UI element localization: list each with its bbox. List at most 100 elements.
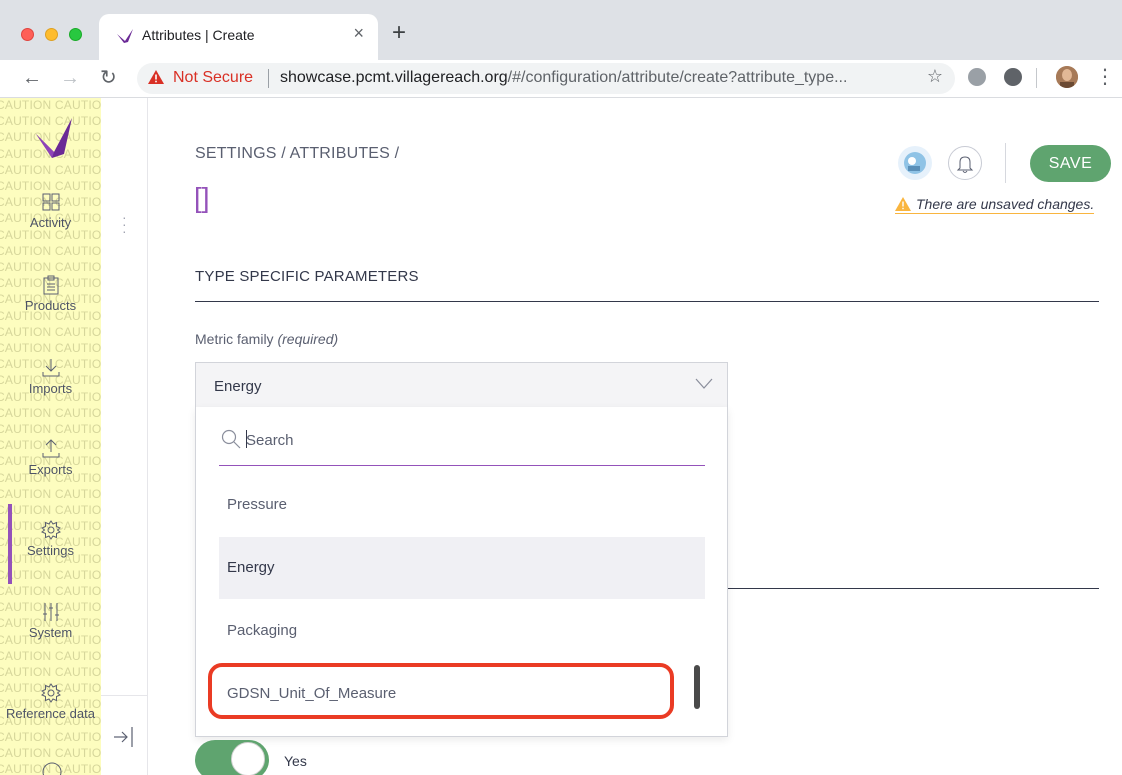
sidebar-item-activity[interactable]: Activity — [0, 192, 101, 230]
caution-watermark-text: CAUTION CAUTION — [0, 98, 101, 112]
more-options-icon[interactable]: · · · — [122, 210, 127, 238]
toolbar-divider — [1036, 68, 1037, 88]
activity-grid-icon — [42, 193, 59, 211]
url-host: showcase.pcmt.villagereach.org — [280, 69, 508, 86]
gear-icon — [40, 520, 61, 540]
sidebar-item-label: Exports — [28, 462, 73, 477]
url-text: showcase.pcmt.villagereach.org/#/configu… — [280, 69, 910, 87]
window-minimize-button[interactable] — [45, 28, 58, 41]
metric-family-select[interactable]: Energy — [195, 362, 728, 408]
browser-tab[interactable]: Attributes | Create × — [99, 14, 378, 60]
metric-family-label: Metric family (required) — [195, 331, 338, 347]
page-title: [] — [194, 182, 210, 213]
breadcrumb[interactable]: SETTINGS / ATTRIBUTES / — [195, 145, 399, 163]
save-button[interactable]: SAVE — [1030, 145, 1111, 182]
tab-title: Attributes | Create — [142, 27, 255, 43]
browser-toolbar: ← → ↻ Not Secure showcase.pcmt.villagere… — [0, 60, 1122, 98]
caution-watermark-text: CAUTION CAUTION — [0, 665, 101, 679]
section-title: TYPE SPECIFIC PARAMETERS — [195, 268, 419, 285]
gear-icon — [40, 683, 61, 703]
user-avatar-icon — [904, 152, 926, 174]
sidebar-item-label: System — [28, 625, 73, 640]
caution-watermark-text: CAUTION CAUTION — [0, 341, 101, 355]
url-path: /#/configuration/attribute/create?attrib… — [507, 69, 848, 86]
toggle-label: Yes — [284, 753, 307, 769]
dropdown-option-packaging[interactable]: Packaging — [219, 600, 705, 662]
extension-circle-icon[interactable] — [1004, 68, 1022, 86]
search-input[interactable] — [246, 426, 686, 454]
notifications-button[interactable] — [948, 146, 982, 180]
warning-triangle-icon — [895, 197, 911, 211]
profile-face-icon — [1056, 66, 1078, 88]
secondary-column: · · · — [101, 98, 148, 775]
caution-watermark-text: CAUTION CAUTION — [0, 260, 101, 274]
sidebar-item-label: Imports — [28, 381, 73, 396]
clipboard-icon — [43, 275, 58, 295]
sidebar-item-label: Activity — [29, 215, 72, 230]
unsaved-changes-notice: There are unsaved changes. — [895, 196, 1095, 214]
dropdown-option-energy[interactable]: Energy — [219, 537, 705, 599]
caution-watermark-text: CAUTION CAUTION — [0, 503, 101, 517]
window-close-button[interactable] — [21, 28, 34, 41]
user-avatar[interactable] — [898, 146, 932, 180]
sidebar-item-exports[interactable]: Exports — [0, 439, 101, 477]
toggle-knob — [231, 742, 265, 775]
sidebar-item-label: Reference data — [6, 706, 95, 721]
dropdown-search — [219, 421, 705, 466]
caution-watermark-text: CAUTION CAUTION — [0, 162, 101, 177]
akeneo-logo-icon[interactable] — [34, 118, 74, 158]
profile-avatar[interactable] — [1056, 66, 1078, 88]
caution-watermark-text: CAUTION CAUTION — [0, 567, 101, 582]
sidebar-item-settings[interactable]: Settings — [0, 520, 101, 558]
sidebar-item-reference-data[interactable]: Reference data — [0, 683, 101, 721]
import-icon — [42, 359, 59, 377]
akeneo-favicon-icon — [117, 29, 133, 43]
caution-watermark-text: CAUTION CAUTION — [0, 746, 101, 760]
back-arrow-icon[interactable]: ← — [22, 65, 42, 91]
chevron-down-icon — [695, 378, 713, 389]
sidebar-item-products[interactable]: Products — [0, 275, 101, 313]
collapse-panel-icon[interactable] — [112, 725, 136, 749]
window-maximize-button[interactable] — [69, 28, 82, 41]
warning-triangle-icon — [148, 70, 164, 84]
text-cursor — [246, 430, 247, 448]
help-circle-icon[interactable] — [42, 762, 62, 775]
dropdown-option-pressure[interactable]: Pressure — [219, 474, 705, 536]
sidebar-item-system[interactable]: System — [0, 602, 101, 640]
bell-icon — [956, 156, 974, 173]
sidebar-item-label: Settings — [27, 543, 74, 558]
caution-watermark-text: CAUTION CAUTION — [0, 422, 101, 436]
address-divider — [268, 69, 269, 88]
caution-watermark-text: CAUTION CAUTION — [0, 486, 101, 501]
bookmark-star-icon[interactable]: ☆ — [927, 66, 943, 87]
unsaved-changes-text: There are unsaved changes. — [916, 196, 1095, 212]
sliders-icon — [42, 603, 59, 621]
sidebar-item-imports[interactable]: Imports — [0, 358, 101, 396]
browser-menu-icon[interactable]: ⋮ — [1095, 64, 1115, 89]
sidebar-item-label: Products — [24, 298, 77, 313]
not-secure-label: Not Secure — [173, 69, 254, 86]
caution-watermark-text: CAUTION CAUTION — [0, 243, 101, 258]
caution-watermark-text: CAUTION CAUTION — [0, 648, 101, 663]
extension-u-icon[interactable] — [968, 68, 986, 86]
export-icon — [42, 439, 59, 458]
caution-watermark-text: CAUTION CAUTION — [0, 584, 101, 598]
forward-arrow-icon[interactable]: → — [60, 65, 80, 91]
address-bar[interactable]: Not Secure showcase.pcmt.villagereach.or… — [137, 63, 955, 94]
reload-icon[interactable]: ↻ — [100, 65, 117, 91]
column-divider-line — [101, 695, 147, 696]
section-divider — [728, 588, 1099, 589]
metric-family-label-text: Metric family — [195, 331, 274, 347]
caution-watermark-text: CAUTION CAUTION — [0, 324, 101, 339]
required-hint: (required) — [277, 331, 339, 347]
highlight-annotation — [208, 663, 674, 719]
dropdown-scrollbar[interactable] — [694, 665, 700, 709]
caution-watermark-text: CAUTION CAUTION — [0, 405, 101, 420]
section-divider — [195, 301, 1099, 302]
new-tab-button[interactable]: + — [392, 18, 406, 48]
browser-tab-bar: Attributes | Create × + — [0, 0, 1122, 60]
yes-toggle[interactable] — [195, 740, 269, 775]
caution-watermark-text: CAUTION CAUTION — [0, 729, 101, 744]
search-icon — [221, 429, 241, 449]
tab-close-icon[interactable]: × — [353, 23, 364, 44]
